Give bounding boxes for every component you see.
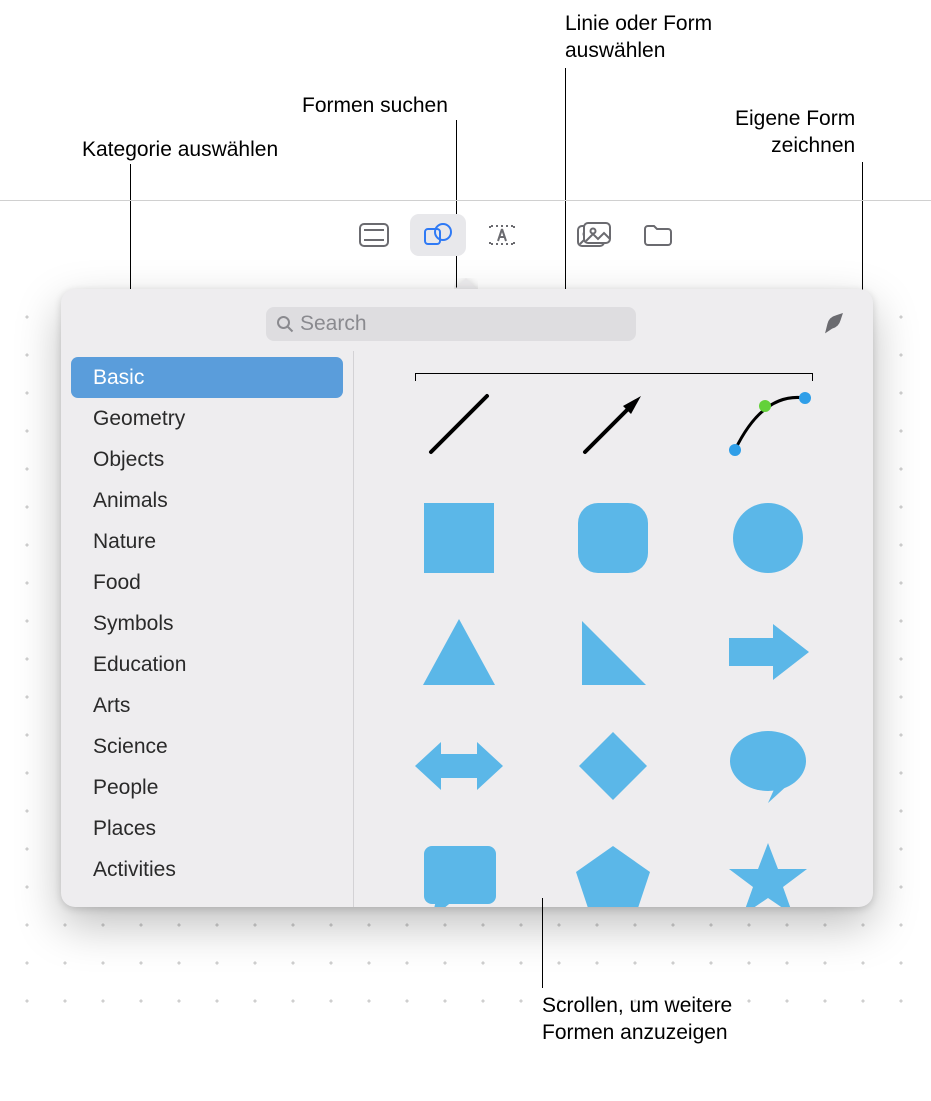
sidebar-item-arts[interactable]: Arts <box>71 685 343 726</box>
shape-square[interactable] <box>409 488 509 588</box>
sidebar-item-animals[interactable]: Animals <box>71 480 343 521</box>
sidebar-item-nature[interactable]: Nature <box>71 521 343 562</box>
sidebar-item-education[interactable]: Education <box>71 644 343 685</box>
callout-scroll-more: Scrollen, um weitere Formen anzuzeigen <box>542 992 732 1047</box>
sidebar-item-science[interactable]: Science <box>71 726 343 767</box>
callout-line <box>542 898 543 988</box>
callout-draw-own: Eigene Form zeichnen <box>735 105 855 160</box>
search-input[interactable] <box>300 312 626 336</box>
sidebar-item-basic[interactable]: Basic <box>71 357 343 398</box>
shape-triangle[interactable] <box>409 602 509 702</box>
shape-right-triangle[interactable] <box>563 602 663 702</box>
shape-circle[interactable] <box>718 488 818 588</box>
sidebar-item-label: Basic <box>93 366 144 390</box>
shape-rounded-square[interactable] <box>563 488 663 588</box>
sidebar-item-label: Geometry <box>93 407 185 431</box>
callout-category: Kategorie auswählen <box>82 136 278 163</box>
sidebar-item-label: Animals <box>93 489 168 513</box>
shape-arrow-right[interactable] <box>718 602 818 702</box>
sidebar-item-label: Symbols <box>93 612 174 636</box>
shape-arrow-leftright[interactable] <box>409 716 509 816</box>
sidebar-item-label: Food <box>93 571 141 595</box>
draw-shape-button[interactable] <box>817 307 851 341</box>
insert-header-footer-button[interactable] <box>346 214 402 256</box>
sidebar-item-label: People <box>93 776 158 800</box>
toolbar-separator-rule <box>0 200 931 201</box>
sidebar-item-objects[interactable]: Objects <box>71 439 343 480</box>
shape-callout-rect[interactable] <box>409 830 509 907</box>
insert-media-button[interactable] <box>566 214 622 256</box>
sidebar-item-label: Activities <box>93 858 176 882</box>
shape-star[interactable] <box>718 830 818 907</box>
callout-bracket <box>415 373 813 381</box>
callout-search-shapes: Formen suchen <box>302 92 448 119</box>
sidebar-item-people[interactable]: People <box>71 767 343 808</box>
shape-diamond[interactable] <box>563 716 663 816</box>
sidebar-item-label: Nature <box>93 530 156 554</box>
shape-grid <box>382 369 845 907</box>
shape-line[interactable] <box>409 374 509 474</box>
sidebar-item-label: Science <box>93 735 168 759</box>
sidebar-item-label: Places <box>93 817 156 841</box>
sidebar-item-places[interactable]: Places <box>71 808 343 849</box>
sidebar-item-label: Objects <box>93 448 164 472</box>
pen-icon <box>822 312 846 336</box>
shape-pane[interactable] <box>354 351 873 907</box>
shape-arrow-line[interactable] <box>563 374 663 474</box>
insert-toolbar <box>346 214 686 256</box>
sidebar-item-symbols[interactable]: Symbols <box>71 603 343 644</box>
sidebar-item-geometry[interactable]: Geometry <box>71 398 343 439</box>
insert-textbox-button[interactable] <box>474 214 530 256</box>
sidebar-item-label: Arts <box>93 694 130 718</box>
shape-curve-edit[interactable] <box>718 374 818 474</box>
shapes-popover: Basic Geometry Objects Animals Nature Fo… <box>61 289 873 907</box>
callout-select-line-shape: Linie oder Form auswählen <box>565 10 712 65</box>
search-field[interactable] <box>266 307 636 341</box>
insert-file-button[interactable] <box>630 214 686 256</box>
sidebar-item-label: Education <box>93 653 186 677</box>
search-icon <box>276 315 294 333</box>
search-row <box>61 289 873 351</box>
shape-pentagon[interactable] <box>563 830 663 907</box>
sidebar-item-food[interactable]: Food <box>71 562 343 603</box>
category-sidebar: Basic Geometry Objects Animals Nature Fo… <box>61 351 353 907</box>
shape-speech-bubble[interactable] <box>718 716 818 816</box>
sidebar-item-activities[interactable]: Activities <box>71 849 343 890</box>
insert-shape-button[interactable] <box>410 214 466 256</box>
